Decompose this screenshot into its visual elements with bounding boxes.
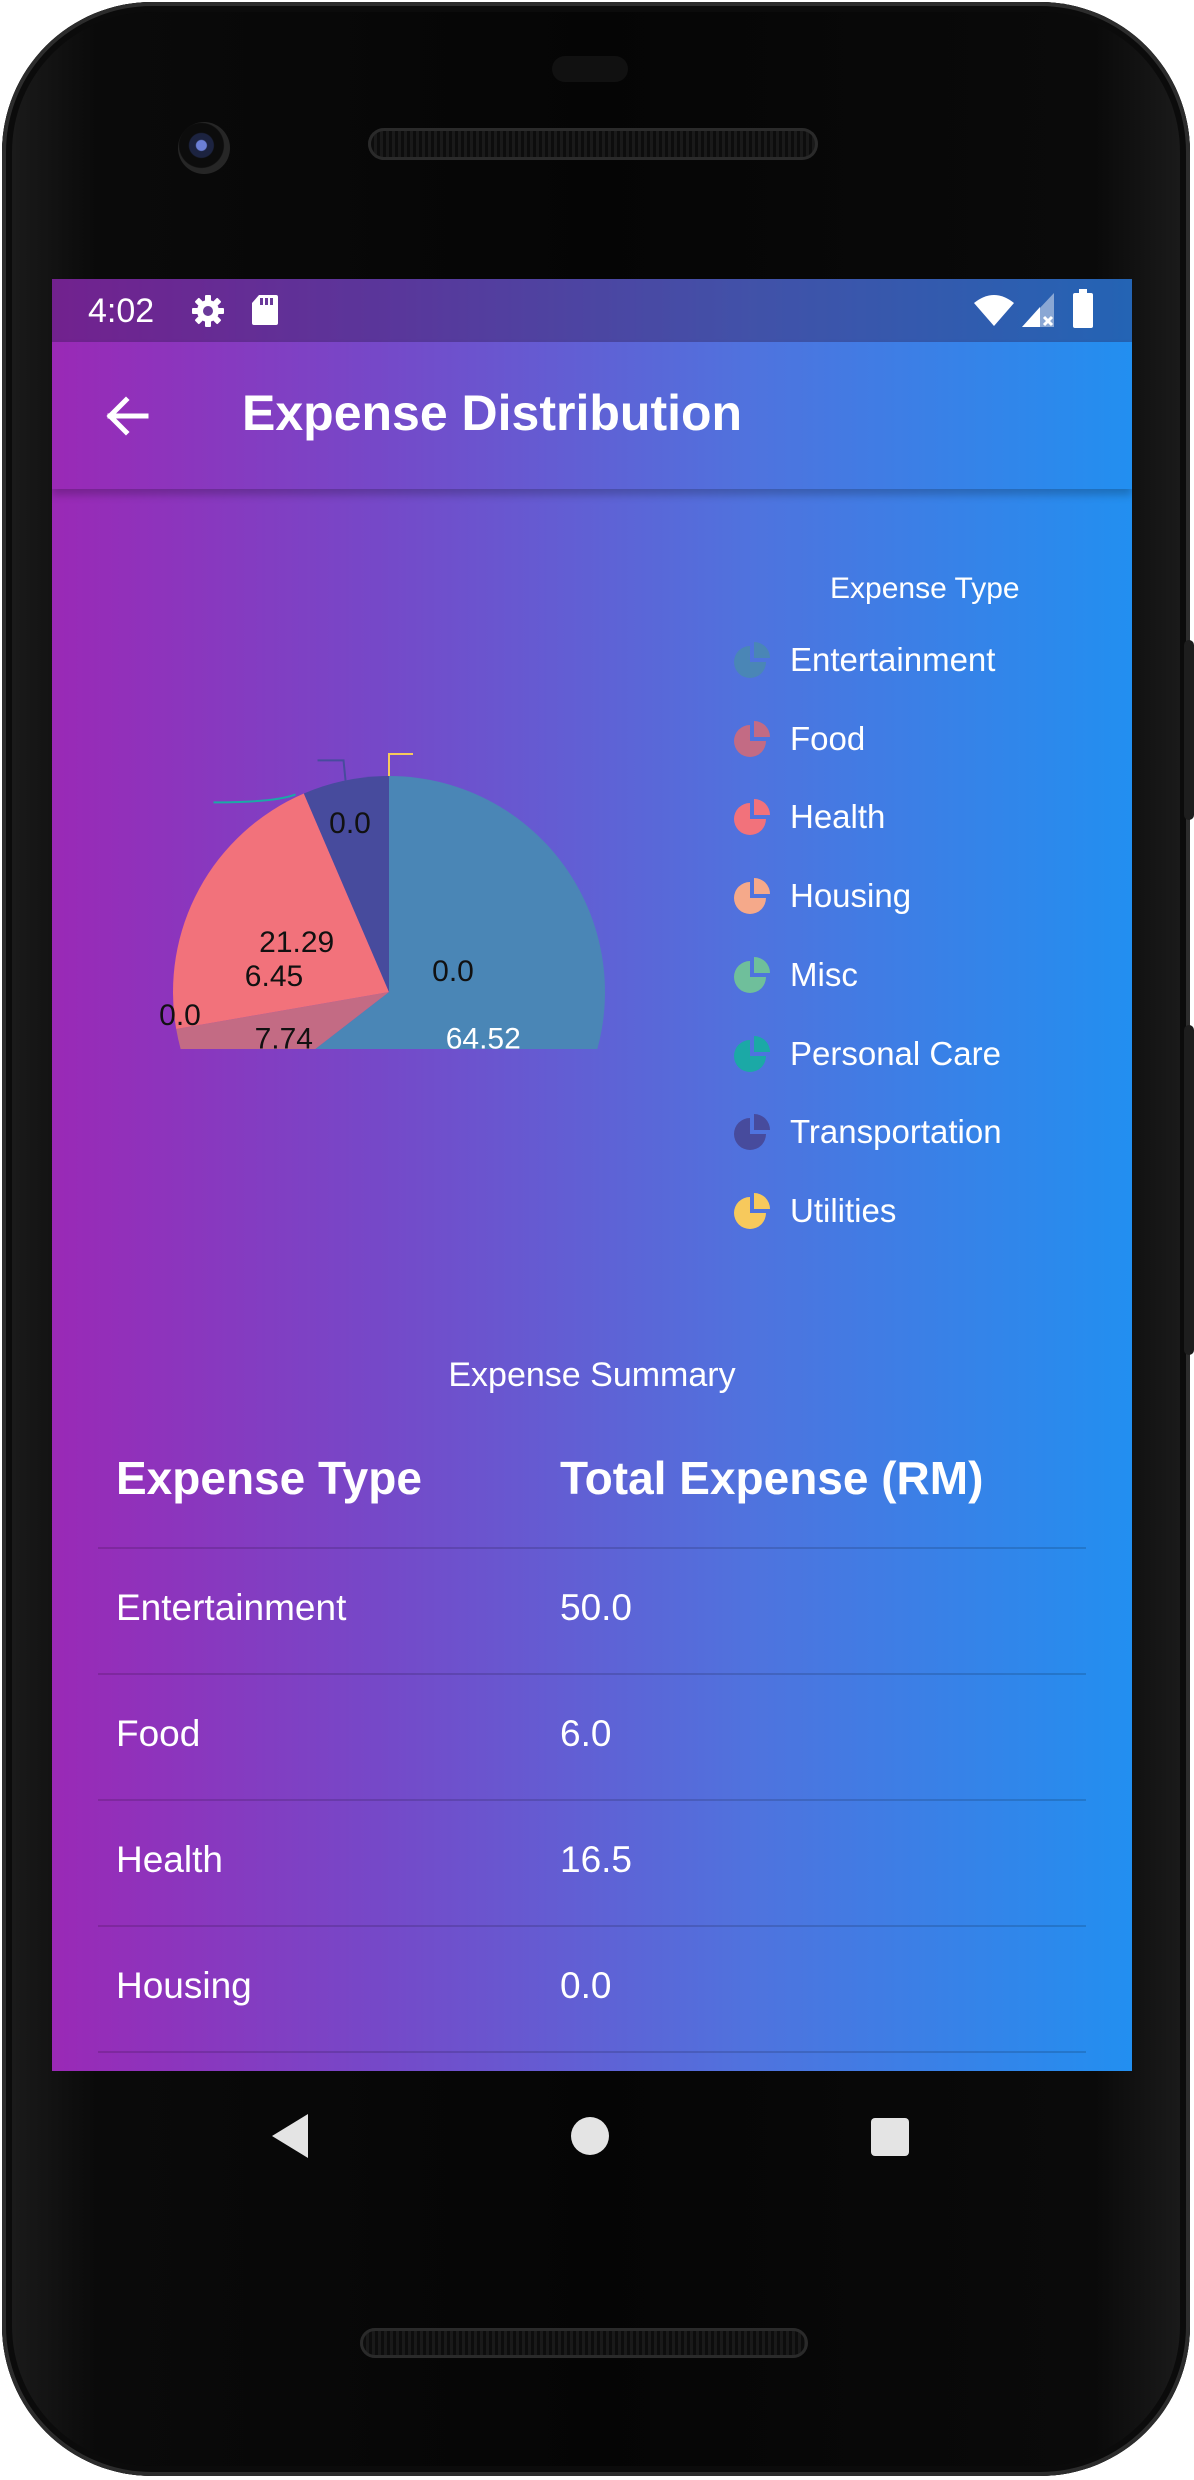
table-cell-amount: 16.5 bbox=[560, 1839, 633, 1880]
legend-item: Personal Care bbox=[732, 1026, 1001, 1082]
legend-label: Personal Care bbox=[790, 1034, 1001, 1072]
legend-label: Utilities bbox=[790, 1191, 897, 1229]
volume-button bbox=[1184, 1025, 1194, 1355]
legend-item: Housing bbox=[732, 868, 911, 924]
legend-item: Food bbox=[732, 711, 865, 767]
pie-legend-icon bbox=[734, 799, 770, 836]
table-row: Entertainment 50.0 bbox=[98, 1549, 1086, 1675]
table-row: Health 16.5 bbox=[98, 1801, 1086, 1927]
recents-square-icon[interactable] bbox=[870, 2117, 910, 2157]
legend-label: Misc bbox=[790, 955, 858, 993]
legend-label: Transportation bbox=[790, 1113, 1002, 1151]
pie-legend-icon bbox=[734, 878, 770, 915]
data-label: 0.0 bbox=[432, 955, 474, 988]
table-header: Expense Type Total Expense (RM) bbox=[98, 1419, 1086, 1549]
status-bar: 4:02 bbox=[52, 279, 1132, 342]
legend-label: Housing bbox=[790, 877, 912, 915]
legend-item: Transportation bbox=[732, 1104, 1002, 1160]
wifi-icon bbox=[974, 295, 1014, 326]
proximity-sensor bbox=[552, 56, 628, 82]
table-cell-type: Housing bbox=[116, 1965, 252, 2006]
pie-legend-icon bbox=[734, 1035, 770, 1072]
legend-item: Entertainment bbox=[732, 632, 995, 688]
summary-title: Expense Summary bbox=[448, 1356, 736, 1394]
back-triangle-icon[interactable] bbox=[268, 2110, 312, 2162]
table-row: Housing 0.0 bbox=[98, 1927, 1086, 2053]
table-cell-type: Entertainment bbox=[116, 1587, 347, 1628]
earpiece-speaker bbox=[368, 128, 818, 160]
column-header-expense-type: Expense Type bbox=[116, 1452, 422, 1504]
arrow-left-icon[interactable] bbox=[100, 390, 152, 442]
home-circle-icon[interactable] bbox=[570, 2116, 610, 2156]
legend-label: Food bbox=[790, 719, 866, 757]
expense-summary-table: Expense Type Total Expense (RM) Entertai… bbox=[98, 1419, 1086, 2053]
front-camera bbox=[178, 122, 230, 174]
legend-label: Entertainment bbox=[790, 641, 996, 678]
pie-legend-icon bbox=[734, 956, 770, 993]
app-bar: Expense Distribution bbox=[52, 342, 1132, 489]
legend-item: Utilities bbox=[732, 1183, 896, 1239]
signal-icon bbox=[1022, 293, 1054, 327]
data-label: 21.29 bbox=[259, 926, 334, 959]
page-title: Expense Distribution bbox=[242, 385, 743, 441]
navigation-bar bbox=[0, 2072, 1194, 2202]
status-time: 4:02 bbox=[88, 292, 155, 330]
data-label: 7.74 bbox=[255, 1022, 313, 1049]
legend-item: Health bbox=[732, 789, 885, 845]
table-cell-type: Health bbox=[116, 1839, 223, 1880]
table-cell-type: Food bbox=[116, 1713, 201, 1754]
table-cell-amount: 6.0 bbox=[560, 1713, 612, 1754]
bottom-speaker bbox=[360, 2328, 808, 2358]
table-cell-amount: 50.0 bbox=[560, 1587, 633, 1628]
column-header-total-expense: Total Expense (RM) bbox=[560, 1452, 984, 1504]
data-label: 64.52 bbox=[446, 1022, 521, 1049]
legend-title: Expense Type bbox=[830, 572, 1020, 605]
battery-icon bbox=[1073, 289, 1093, 328]
table-row: Food 6.0 bbox=[98, 1675, 1086, 1801]
data-label: 0.0 bbox=[329, 807, 371, 840]
legend-label: Health bbox=[790, 798, 886, 836]
pie-legend-icon bbox=[734, 642, 770, 678]
data-label: 0.0 bbox=[159, 999, 201, 1032]
pie-chart: 64.52 7.74 21.29 0.0 6.45 0.0 0.0 bbox=[159, 753, 605, 1049]
pie-legend-icon bbox=[734, 1114, 770, 1151]
screen: 4:02 Expense Distribution 64.52 7.74 21.… bbox=[52, 279, 1132, 2071]
pie-legend-icon bbox=[734, 1192, 770, 1229]
legend-item: Misc bbox=[732, 947, 858, 1003]
pie-legend-icon bbox=[734, 720, 770, 757]
data-label: 6.45 bbox=[245, 960, 303, 993]
sd-card-icon bbox=[252, 295, 278, 325]
power-button bbox=[1184, 640, 1194, 820]
table-cell-amount: 0.0 bbox=[560, 1965, 612, 2006]
gear-icon bbox=[192, 295, 224, 327]
